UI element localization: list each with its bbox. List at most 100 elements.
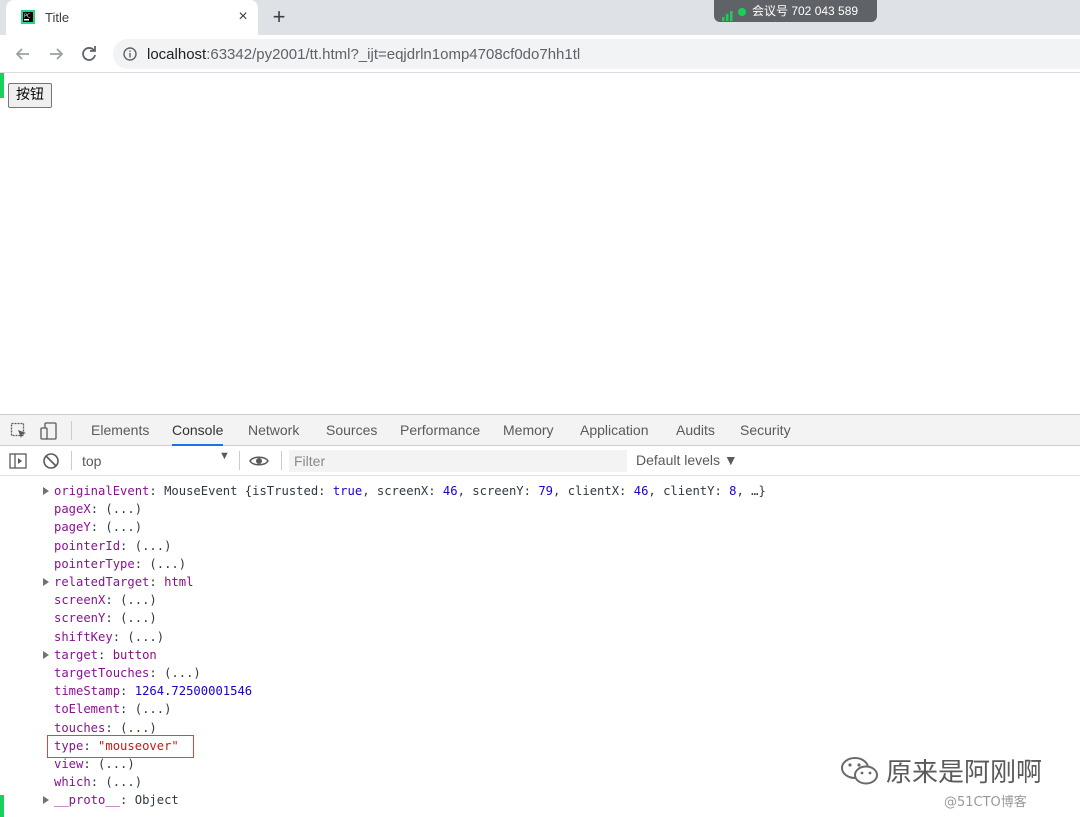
console-property-row: pageX: (...) <box>54 502 143 517</box>
console-property-row[interactable]: target: button <box>43 646 157 664</box>
property-key: __proto__ <box>54 793 121 808</box>
property-key: pointerType <box>54 556 135 571</box>
console-property-row: pointerType: (...) <box>54 556 187 571</box>
copyright-text: @51CTO博客 <box>944 795 1027 810</box>
console-property-row: timeStamp: 1264.72500001546 <box>54 684 253 699</box>
property-key: originalEvent <box>54 484 150 498</box>
property-value: MouseEvent {isTrusted: true, screenX: 46… <box>164 484 766 498</box>
tab-console[interactable]: Console <box>172 415 224 446</box>
expand-triangle-icon[interactable] <box>43 650 49 659</box>
console-property-row: screenY: (...) <box>54 611 157 626</box>
property-key: pageX <box>54 502 91 517</box>
property-key: relatedTarget <box>54 575 150 589</box>
property-value: (...) <box>120 611 157 626</box>
property-key: touches <box>54 720 106 735</box>
browser-toolbar: localhost:63342/py2001/tt.html?_ijt=eqjd… <box>0 35 1080 73</box>
console-toolbar-divider-3 <box>281 451 282 470</box>
console-toolbar-divider-2 <box>239 451 240 470</box>
console-property-row: shiftKey: (...) <box>54 629 165 644</box>
reload-icon[interactable] <box>76 41 102 67</box>
expand-triangle-icon[interactable] <box>43 578 49 586</box>
watermark-text: 原来是阿刚啊 <box>886 758 1043 788</box>
clear-console-icon[interactable] <box>42 452 60 470</box>
wechat-icon <box>840 754 880 788</box>
page-button[interactable]: 按钮 <box>8 83 52 108</box>
highlight-box <box>47 735 194 758</box>
address-bar[interactable]: localhost:63342/py2001/tt.html?_ijt=eqjd… <box>113 39 1080 69</box>
property-value: (...) <box>105 520 143 535</box>
site-info-icon[interactable] <box>123 47 137 61</box>
property-key: screenX <box>54 593 106 608</box>
browser-tab-strip: PC Title × + 会议号 702 043 589 <box>0 0 1080 35</box>
property-value: (...) <box>98 757 135 771</box>
tab-sources[interactable]: Sources <box>326 415 377 446</box>
tab-performance[interactable]: Performance <box>400 415 480 446</box>
property-key: targetTouches <box>54 666 150 680</box>
context-select[interactable]: top <box>82 451 232 471</box>
property-value: (...) <box>134 702 172 717</box>
property-value: Object <box>134 793 179 808</box>
tab-application[interactable]: Application <box>580 415 649 446</box>
console-property-row: touches: (...) <box>54 720 157 735</box>
device-toolbar-icon[interactable] <box>40 422 58 440</box>
property-key: timeStamp <box>54 684 121 699</box>
watermark: 原来是阿刚啊 <box>840 752 1042 788</box>
property-value: (...) <box>105 775 143 790</box>
console-property-row: pageY: (...) <box>54 520 143 535</box>
property-key: toElement <box>54 702 121 717</box>
browser-tab[interactable]: PC Title × <box>6 0 258 35</box>
new-tab-button[interactable]: + <box>266 5 292 31</box>
tab-close-icon[interactable]: × <box>232 6 254 28</box>
svg-text:PC: PC <box>24 14 31 20</box>
property-value: html <box>164 575 194 589</box>
filter-input[interactable] <box>289 450 627 472</box>
console-property-row: targetTouches: (...) <box>54 666 201 680</box>
property-value: (...) <box>120 593 157 608</box>
property-value: (...) <box>127 629 165 644</box>
inspect-element-icon[interactable] <box>10 422 28 440</box>
meeting-label: 会议号 702 043 589 <box>752 4 859 18</box>
console-property-row: pointerId: (...) <box>54 538 172 553</box>
tab-elements[interactable]: Elements <box>91 415 149 446</box>
property-key: which <box>54 775 91 790</box>
property-key: shiftKey <box>54 629 113 644</box>
property-key: pointerId <box>54 538 121 553</box>
property-value: (...) <box>134 538 172 553</box>
meeting-indicator[interactable]: 会议号 702 043 589 <box>714 0 877 22</box>
log-levels-dropdown[interactable]: Default levels ▼ <box>636 452 738 468</box>
property-key: target <box>54 647 99 662</box>
property-key: view <box>54 757 84 771</box>
toolbar-divider <box>71 421 72 440</box>
forward-arrow-icon[interactable] <box>43 41 69 67</box>
property-value: (...) <box>164 666 201 680</box>
console-property-row: toElement: (...) <box>54 702 172 717</box>
console-toolbar-divider <box>71 451 72 470</box>
signal-icon <box>722 6 734 21</box>
console-toolbar: top ▼ Default levels ▼ <box>0 446 1080 476</box>
property-value: (...) <box>149 556 187 571</box>
console-property-row: which: (...) <box>54 775 143 790</box>
pycharm-favicon-icon: PC <box>20 9 36 25</box>
console-property-row[interactable]: originalEvent: MouseEvent {isTrusted: tr… <box>43 482 766 500</box>
tab-audits[interactable]: Audits <box>676 415 715 446</box>
console-property-row[interactable]: relatedTarget: html <box>43 573 194 591</box>
property-key: pageY <box>54 520 91 535</box>
property-value: (...) <box>120 720 157 735</box>
tab-title: Title <box>45 10 70 25</box>
recording-dot-icon <box>738 7 746 16</box>
property-value: button <box>112 647 157 662</box>
console-property-row[interactable]: __proto__: Object <box>43 791 179 809</box>
property-value: (...) <box>105 502 143 517</box>
console-sidebar-icon[interactable] <box>9 452 27 470</box>
chevron-down-icon[interactable]: ▼ <box>219 450 230 462</box>
expand-triangle-icon[interactable] <box>43 487 49 495</box>
expand-triangle-icon[interactable] <box>43 796 49 805</box>
url-text: localhost:63342/py2001/tt.html?_ijt=eqjd… <box>147 46 581 63</box>
tab-network[interactable]: Network <box>248 415 299 446</box>
property-key: screenY <box>54 611 106 626</box>
tab-memory[interactable]: Memory <box>503 415 554 446</box>
live-expression-eye-icon[interactable] <box>249 452 269 470</box>
property-value: 1264.72500001546 <box>134 684 253 699</box>
tab-security[interactable]: Security <box>740 415 791 446</box>
back-arrow-icon[interactable] <box>10 41 36 67</box>
